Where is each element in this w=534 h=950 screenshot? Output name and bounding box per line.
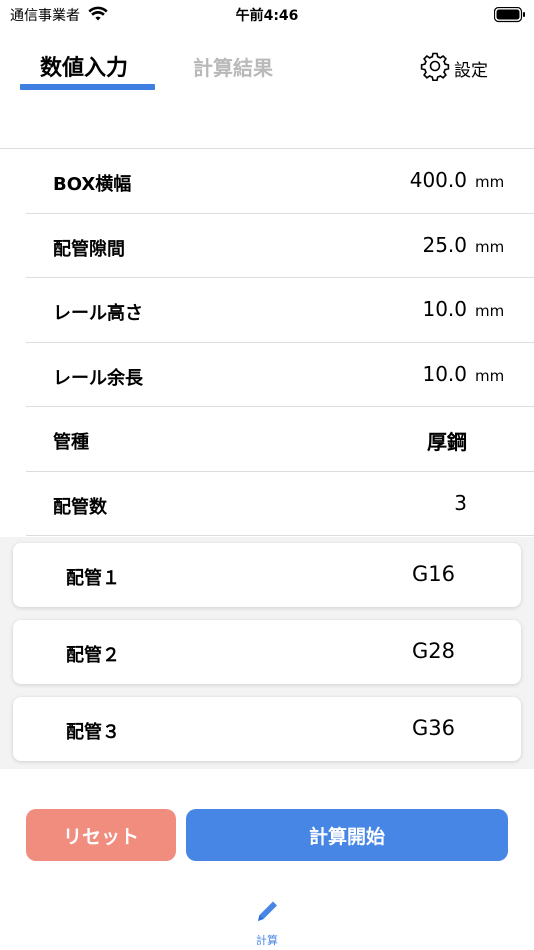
tabbar-label: 計算 bbox=[256, 934, 278, 947]
row-value[interactable]: 10.0 bbox=[422, 362, 467, 386]
reset-button[interactable]: リセット bbox=[26, 809, 176, 861]
row-label: レール高さ bbox=[53, 303, 143, 324]
pipe-list: 配管１ G16 配管２ G28 配管３ G36 bbox=[0, 537, 534, 769]
row-label: 配管数 bbox=[53, 496, 107, 518]
row-value[interactable]: 3 bbox=[454, 491, 467, 515]
row-label: レール余長 bbox=[53, 367, 143, 389]
active-tab-indicator bbox=[20, 84, 155, 90]
tab-result[interactable]: 計算結果 bbox=[193, 52, 273, 81]
pipe-card-3[interactable]: 配管３ G36 bbox=[13, 697, 521, 761]
row-unit: mm bbox=[475, 237, 505, 256]
pipe-label: 配管１ bbox=[66, 568, 120, 589]
battery-icon bbox=[493, 6, 526, 27]
form-row-rail-height[interactable]: レール高さ 10.0 mm bbox=[26, 278, 534, 343]
row-unit: mm bbox=[475, 173, 505, 191]
pipe-card-2[interactable]: 配管２ G28 bbox=[13, 620, 521, 684]
pencil-icon bbox=[254, 897, 280, 929]
row-unit: mm bbox=[475, 302, 505, 320]
row-value[interactable]: 厚鋼 bbox=[427, 426, 467, 455]
row-label: 管種 bbox=[53, 432, 89, 453]
settings-label: 設定 bbox=[454, 60, 488, 81]
row-value[interactable]: 400.0 bbox=[410, 168, 467, 192]
status-time: 午前4:46 bbox=[235, 8, 299, 24]
start-calculation-button[interactable]: 計算開始 bbox=[186, 809, 508, 861]
pipe-label: 配管２ bbox=[66, 645, 120, 666]
row-unit: mm bbox=[475, 366, 505, 385]
row-label: BOX横幅 bbox=[53, 174, 132, 195]
pipe-value[interactable]: G16 bbox=[412, 562, 455, 586]
tabbar-item-calc[interactable]: 計算 bbox=[240, 895, 294, 950]
input-form: BOX横幅 400.0 mm 配管隙間 25.0 mm レール高さ 10.0 m… bbox=[0, 148, 534, 769]
gear-icon bbox=[420, 51, 450, 85]
row-value[interactable]: 25.0 bbox=[422, 233, 467, 257]
row-label: 配管隙間 bbox=[53, 238, 125, 260]
form-row-box-width[interactable]: BOX横幅 400.0 mm bbox=[26, 149, 534, 214]
row-value[interactable]: 10.0 bbox=[422, 297, 467, 321]
pipe-label: 配管３ bbox=[66, 722, 120, 743]
tab-input[interactable]: 数値入力 bbox=[40, 50, 128, 82]
form-row-pipe-gap[interactable]: 配管隙間 25.0 mm bbox=[26, 214, 534, 278]
pipe-value[interactable]: G28 bbox=[412, 639, 455, 663]
form-row-pipe-count[interactable]: 配管数 3 bbox=[26, 472, 534, 536]
pipe-card-1[interactable]: 配管１ G16 bbox=[13, 543, 521, 607]
status-bar: 通信事業者 午前4:46 bbox=[0, 0, 534, 30]
form-row-rail-extra[interactable]: レール余長 10.0 mm bbox=[26, 343, 534, 407]
settings-button[interactable]: 設定 bbox=[420, 51, 488, 85]
top-tabs: 数値入力 計算結果 設定 bbox=[0, 40, 534, 100]
form-row-pipe-type[interactable]: 管種 厚鋼 bbox=[26, 407, 534, 472]
pipe-value[interactable]: G36 bbox=[412, 716, 455, 740]
